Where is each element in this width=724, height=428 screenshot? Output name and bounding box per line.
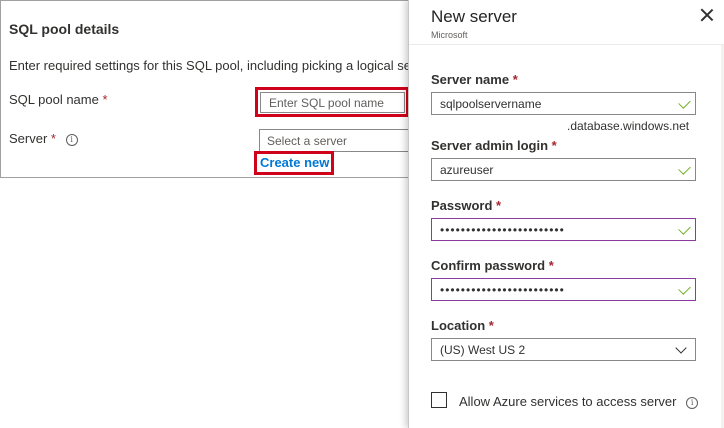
required-mark: *: [548, 258, 554, 273]
required-mark: *: [496, 198, 502, 213]
required-mark: *: [50, 131, 56, 146]
info-icon[interactable]: i: [65, 134, 78, 146]
password-label-text: Password: [431, 198, 493, 213]
section-title: SQL pool details: [9, 21, 120, 37]
admin-login-label-text: Server admin login: [431, 138, 549, 153]
server-name-label-text: Server name: [431, 72, 510, 87]
server-label: Server * i: [9, 131, 78, 146]
allow-azure-label-text: Allow Azure services to access server: [459, 394, 677, 409]
info-icon[interactable]: i: [686, 397, 699, 409]
location-label: Location *: [431, 318, 494, 333]
password-input[interactable]: ••••••••••••••••••••••••: [431, 218, 696, 241]
location-select[interactable]: (US) West US 2: [431, 338, 696, 361]
blade-title: New server: [431, 7, 517, 26]
sql-pool-details-panel: SQL pool details Enter required settings…: [0, 0, 411, 178]
admin-login-label: Server admin login *: [431, 138, 557, 153]
check-icon: [678, 282, 691, 295]
check-icon: [678, 96, 691, 109]
server-name-suffix: .database.windows.net: [567, 119, 690, 133]
header-divider: [409, 44, 724, 45]
location-label-text: Location: [431, 318, 486, 333]
required-mark: *: [102, 92, 108, 107]
server-label-text: Server: [9, 131, 48, 146]
chevron-down-icon: [675, 342, 687, 354]
required-mark: *: [512, 72, 518, 87]
required-mark: *: [551, 138, 557, 153]
allow-azure-label: Allow Azure services to access server i: [459, 394, 699, 409]
new-server-blade: New server Microsoft Server name * sqlpo…: [408, 0, 724, 428]
admin-login-value: azureuser: [440, 162, 494, 177]
confirm-password-label-text: Confirm password: [431, 258, 546, 273]
admin-login-input[interactable]: azureuser: [431, 158, 696, 181]
server-name-value: sqlpoolservername: [440, 96, 542, 111]
server-select-placeholder: Select a server: [267, 133, 348, 148]
intro-text: Enter required settings for this SQL poo…: [9, 58, 409, 73]
password-value: ••••••••••••••••••••••••: [440, 222, 565, 237]
blade-subtitle: Microsoft: [431, 30, 468, 40]
confirm-password-label: Confirm password *: [431, 258, 554, 273]
server-name-input[interactable]: sqlpoolservername: [431, 92, 696, 115]
sql-pool-name-input[interactable]: Enter SQL pool name: [260, 92, 405, 113]
create-new-link-text: Create new: [260, 155, 330, 170]
location-value: (US) West US 2: [440, 342, 526, 357]
confirm-password-input[interactable]: ••••••••••••••••••••••••: [431, 278, 696, 301]
server-name-label: Server name *: [431, 72, 518, 87]
allow-azure-checkbox[interactable]: [431, 392, 447, 408]
password-label: Password *: [431, 198, 501, 213]
required-mark: *: [488, 318, 494, 333]
server-select[interactable]: Select a server: [259, 129, 411, 152]
check-icon: [678, 222, 691, 235]
sql-pool-name-label-text: SQL pool name: [9, 92, 99, 107]
sql-pool-name-placeholder: Enter SQL pool name: [269, 95, 384, 110]
sql-pool-name-label: SQL pool name *: [9, 92, 108, 107]
create-new-link[interactable]: Create new: [260, 154, 329, 172]
confirm-password-value: ••••••••••••••••••••••••: [440, 282, 565, 297]
close-icon[interactable]: [700, 8, 714, 22]
check-icon: [678, 162, 691, 175]
